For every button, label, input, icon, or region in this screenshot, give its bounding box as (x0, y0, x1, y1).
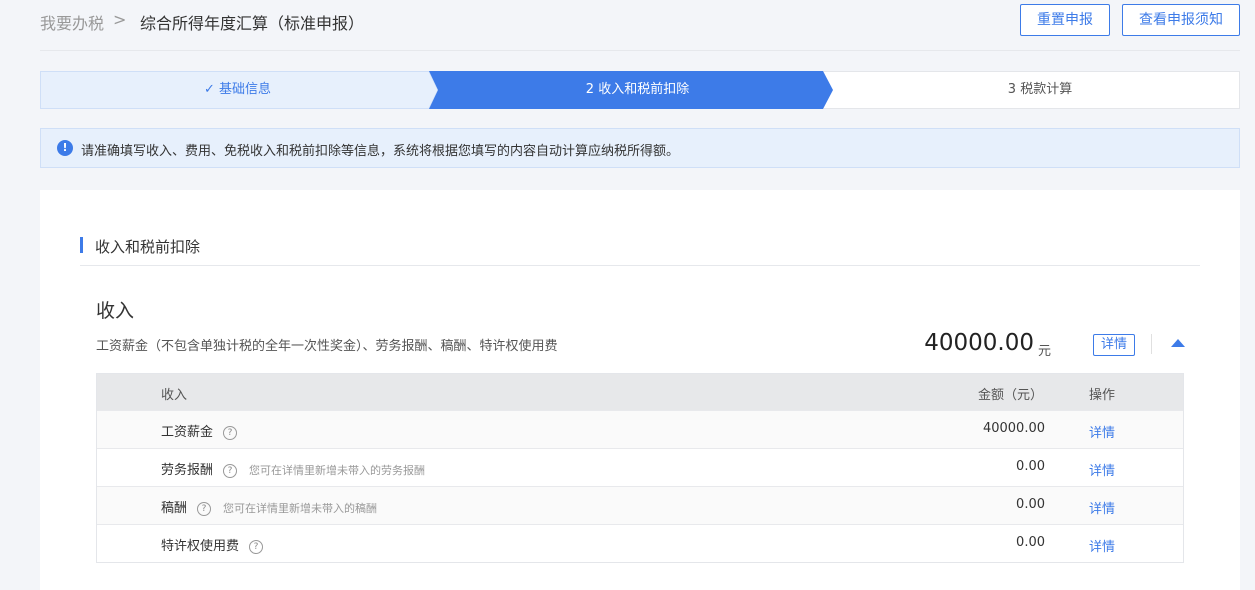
row-name: 特许权使用费? (161, 535, 264, 554)
help-icon[interactable]: ? (197, 502, 212, 516)
row-hint: 您可在详情里新增未带入的劳务报酬 (249, 464, 426, 477)
step-basic-info[interactable]: ✓ 基础信息 (40, 71, 435, 109)
income-description: 工资薪金（不包含单独计税的全年一次性奖金）、劳务报酬、稿酬、特许权使用费 (96, 339, 558, 354)
header-income: 收入 (161, 388, 188, 403)
row-detail-link[interactable]: 详情 (1089, 460, 1115, 479)
row-detail-link[interactable]: 详情 (1089, 536, 1115, 555)
section-divider (80, 265, 1200, 266)
notice-text: 请准确填写收入、费用、免税收入和税前扣除等信息，系统将根据您填写的内容自动计算应… (81, 144, 680, 159)
help-icon[interactable]: ? (223, 464, 238, 478)
row-label: 工资薪金 (161, 425, 214, 440)
chevron-right-icon: > (113, 10, 127, 29)
top-bar: 我要办税 > 综合所得年度汇算（标准申报） 重置申报 查看申报须知 (0, 0, 1255, 50)
table-header: 收入 金额（元） 操作 (97, 374, 1183, 410)
row-name: 劳务报酬? 您可在详情里新增未带入的劳务报酬 (161, 459, 425, 478)
row-detail-link[interactable]: 详情 (1089, 498, 1115, 517)
income-table: 收入 金额（元） 操作 工资薪金? 40000.00 详情 劳务报酬? 您可在详情… (96, 373, 1184, 563)
row-amount: 40000.00 (982, 421, 1045, 436)
row-amount: 0.00 (1016, 535, 1045, 550)
row-detail-link[interactable]: 详情 (1089, 422, 1115, 441)
main-card: 收入和税前扣除 收入 工资薪金（不包含单独计税的全年一次性奖金）、劳务报酬、稿酬… (40, 190, 1240, 590)
breadcrumb-root[interactable]: 我要办税 (40, 10, 104, 34)
section-accent-bar (80, 237, 83, 253)
help-icon[interactable]: ? (223, 426, 238, 440)
row-name: 稿酬? 您可在详情里新增未带入的稿酬 (161, 497, 377, 516)
table-row: 劳务报酬? 您可在详情里新增未带入的劳务报酬 0.00 详情 (97, 448, 1183, 486)
table-row: 工资薪金? 40000.00 详情 (97, 410, 1183, 448)
row-label: 特许权使用费 (161, 539, 240, 554)
row-amount: 0.00 (1016, 459, 1045, 474)
breadcrumb-current: 综合所得年度汇算（标准申报） (140, 14, 365, 33)
income-detail-button[interactable]: 详情 (1093, 334, 1135, 356)
table-row: 稿酬? 您可在详情里新增未带入的稿酬 0.00 详情 (97, 486, 1183, 524)
row-name: 工资薪金? (161, 421, 238, 440)
reset-declaration-button[interactable]: 重置申报 (1020, 4, 1110, 36)
section-title: 收入和税前扣除 (95, 238, 201, 256)
vertical-divider (1151, 334, 1152, 354)
row-hint: 您可在详情里新增未带入的稿酬 (223, 502, 378, 515)
info-notice: ! 请准确填写收入、费用、免税收入和税前扣除等信息，系统将根据您填写的内容自动计… (40, 128, 1240, 168)
income-heading: 收入 (96, 300, 135, 322)
header-divider (40, 50, 1240, 51)
table-row: 特许权使用费? 0.00 详情 (97, 524, 1183, 562)
collapse-up-icon[interactable] (1171, 339, 1185, 347)
income-unit: 元 (1038, 344, 1052, 359)
step-progress: ✓ 基础信息 2 收入和税前扣除 3 税款计算 (40, 71, 1240, 109)
step-tax-calculation[interactable]: 3 税款计算 (840, 71, 1240, 109)
step-income-deduction[interactable]: 2 收入和税前扣除 (435, 71, 840, 109)
row-label: 稿酬 (161, 501, 188, 516)
header-amount: 金额（元） (977, 388, 1043, 403)
help-icon[interactable]: ? (249, 540, 264, 554)
view-notice-button[interactable]: 查看申报须知 (1122, 4, 1240, 36)
income-total: 40000.00 (924, 330, 1034, 356)
header-operation: 操作 (1089, 388, 1116, 403)
row-label: 劳务报酬 (161, 463, 214, 478)
row-amount: 0.00 (1016, 497, 1045, 512)
info-icon: ! (57, 140, 73, 156)
